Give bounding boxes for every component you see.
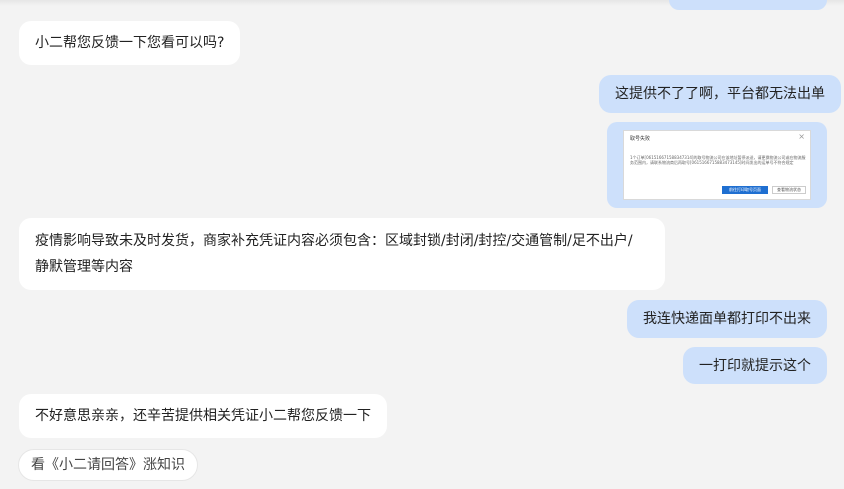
suggestion-text: 看《小二请回答》涨知识	[31, 457, 185, 473]
error-dialog-thumbnail: 取号失败 × 1个订单[061516671588347314]的取号物流公司在该…	[623, 130, 811, 200]
message-text: 我连快递面单都打印不出来	[643, 311, 811, 327]
clipped-user-message	[669, 0, 827, 10]
suggestion-chip[interactable]: 看《小二请回答》涨知识	[18, 449, 198, 481]
dialog-body: 1个订单[061516671588347314]的取号物流公司在该地址暂停派送，…	[630, 155, 806, 165]
agent-message-3: 不好意思亲亲，还辛苦提供相关凭证小二帮您反馈一下	[19, 394, 387, 438]
message-text-line-1: 疫情影响导致未及时发货，商家补充凭证内容必须包含：区域封锁/封闭/封控/交通管制…	[35, 233, 633, 249]
user-message-2: 我连快递面单都打印不出来	[627, 300, 827, 338]
user-message-1: 这提供不了了啊，平台都无法出单	[599, 75, 841, 113]
message-text: 小二帮您反馈一下您看可以吗?	[35, 35, 225, 51]
user-message-3: 一打印就提示这个	[683, 347, 827, 384]
message-text: 不好意思亲亲，还辛苦提供相关凭证小二帮您反馈一下	[35, 408, 371, 424]
dialog-title: 取号失败	[630, 136, 651, 142]
close-icon: ×	[798, 132, 805, 141]
user-image-message[interactable]: 取号失败 × 1个订单[061516671588347314]的取号物流公司在该…	[607, 122, 827, 208]
message-text-line-2: 静默管理等内容	[35, 259, 133, 275]
message-text: 这提供不了了啊，平台都无法出单	[615, 86, 825, 102]
message-text: 一打印就提示这个	[699, 358, 811, 374]
dialog-primary-button: 前往打印取号页面	[722, 186, 768, 194]
agent-message-2: 疫情影响导致未及时发货，商家补充凭证内容必须包含：区域封锁/封闭/封控/交通管制…	[19, 218, 665, 290]
agent-message-1: 小二帮您反馈一下您看可以吗?	[19, 21, 241, 65]
dialog-secondary-button: 查看物流状态	[772, 186, 806, 194]
